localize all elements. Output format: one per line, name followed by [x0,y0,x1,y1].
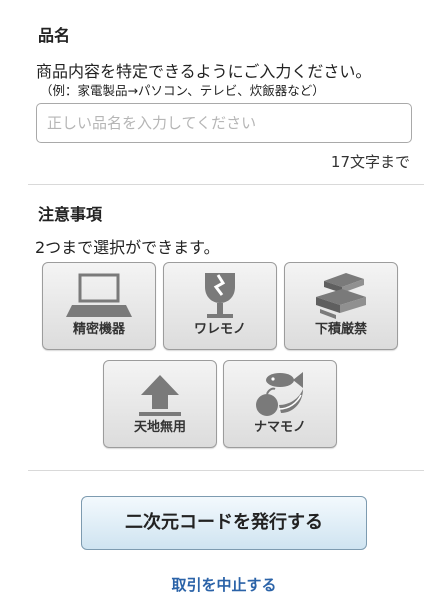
broken-glass-icon [205,273,235,318]
laptop-icon [66,273,132,317]
option-label: 精密機器 [72,322,125,337]
character-limit-note: 17文字まで [330,153,410,171]
shipping-form: 品名 商品内容を特定できるようにご入力ください。 （例：家電製品→パソコン、テレ… [0,0,448,600]
option-precision-equipment[interactable]: 精密機器 [42,262,156,350]
option-do-not-stack[interactable]: 下積厳禁 [284,262,398,350]
notes-instruction: 2つまで選択ができます。 [35,238,220,257]
stack-icon [316,273,366,319]
item-name-description: 商品内容を特定できるようにご入力ください。 [36,62,372,81]
divider [28,184,424,185]
option-perishables[interactable]: ナマモノ [223,360,337,448]
option-label: 下積厳禁 [314,322,367,337]
notes-heading: 注意事項 [38,205,103,224]
divider [28,470,424,471]
item-name-heading: 品名 [38,26,71,45]
option-fragile[interactable]: ワレモノ [163,262,277,350]
option-this-side-up[interactable]: 天地無用 [103,360,217,448]
perishable-food-icon [256,372,303,416]
item-name-example: （例：家電製品→パソコン、テレビ、炊飯器など） [40,83,325,98]
option-label: ワレモノ [193,322,246,337]
option-label: 天地無用 [133,420,186,435]
cancel-transaction-link[interactable]: 取引を中止する [0,574,448,595]
issue-code-button[interactable]: 二次元コードを発行する [81,496,367,550]
up-arrow-icon [139,375,181,416]
option-label: ナマモノ [253,420,306,435]
item-name-input[interactable] [36,103,412,143]
